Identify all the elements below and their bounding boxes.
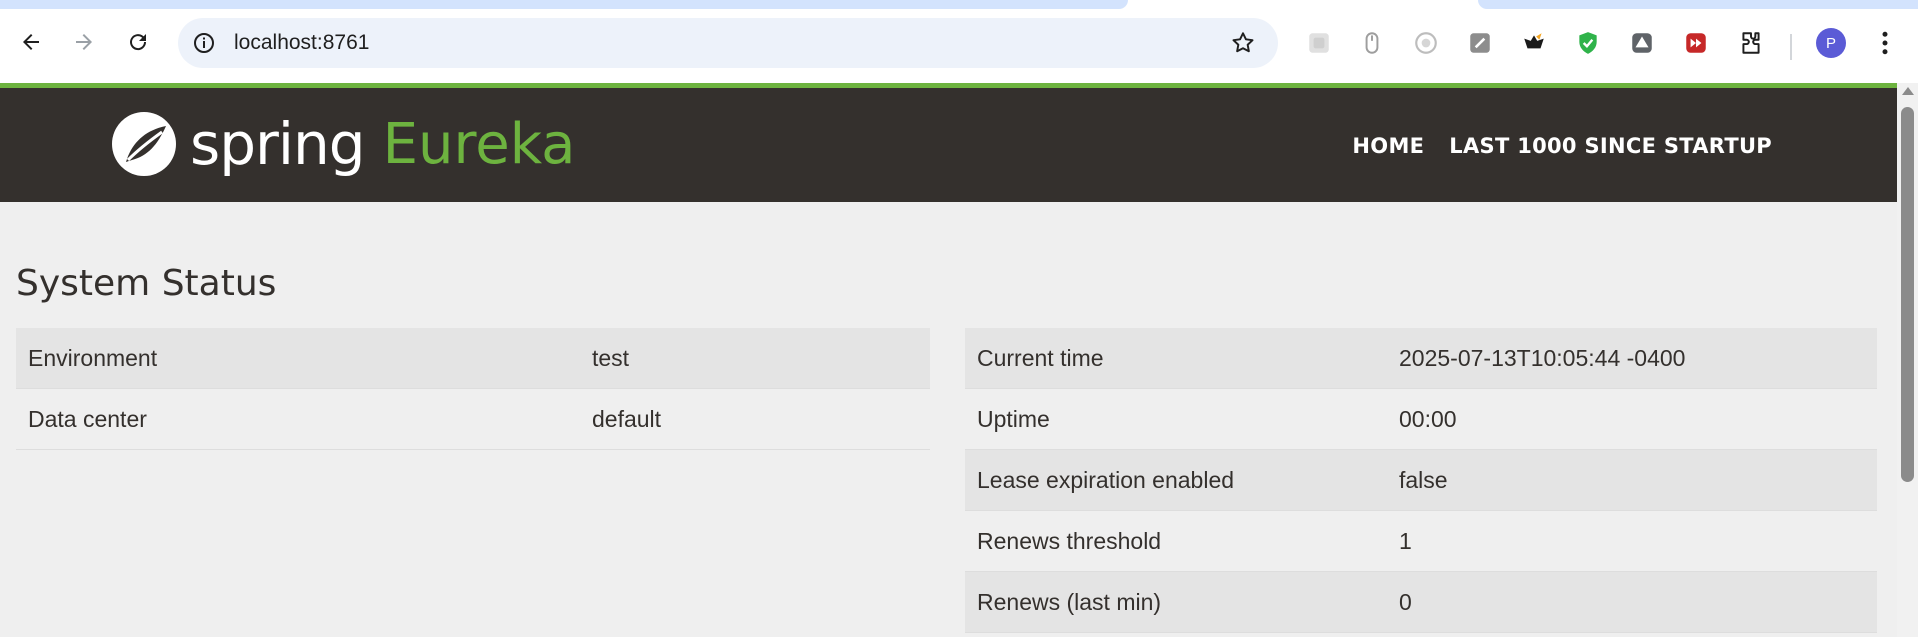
url-text[interactable]: localhost:8761 bbox=[234, 31, 369, 55]
table-row: Lease expiration enabled false bbox=[965, 449, 1877, 511]
row-value: 2025-07-13T10:05:44 -0400 bbox=[1387, 328, 1877, 389]
tab-strip-left[interactable] bbox=[0, 0, 1128, 9]
target-extension-icon[interactable] bbox=[1411, 28, 1441, 58]
media-extension-icon[interactable] bbox=[1681, 28, 1711, 58]
row-key: Environment bbox=[16, 328, 580, 389]
row-value: 00:00 bbox=[1387, 388, 1877, 450]
tab-strip-right[interactable] bbox=[1478, 0, 1918, 9]
tab-strip bbox=[0, 0, 1918, 10]
nav-last-1000-link[interactable]: LAST 1000 SINCE STARTUP bbox=[1449, 134, 1772, 158]
address-bar[interactable]: localhost:8761 bbox=[178, 18, 1278, 68]
row-key: Current time bbox=[965, 328, 1387, 389]
row-key: Data center bbox=[16, 388, 580, 450]
scroll-up-arrow-icon[interactable] bbox=[1902, 87, 1914, 95]
eureka-page: spring Eureka HOME LAST 1000 SINCE START… bbox=[0, 83, 1897, 637]
spring-eureka-logo[interactable]: spring Eureka bbox=[110, 109, 575, 179]
toolbar-separator bbox=[1790, 34, 1792, 60]
row-value: 0 bbox=[1387, 571, 1877, 633]
table-row: Environment test bbox=[16, 328, 930, 389]
header-nav: HOME LAST 1000 SINCE STARTUP bbox=[1352, 134, 1772, 158]
row-key: Lease expiration enabled bbox=[965, 449, 1387, 511]
reload-button[interactable] bbox=[120, 24, 156, 60]
forward-button[interactable] bbox=[66, 24, 102, 60]
nav-home-link[interactable]: HOME bbox=[1352, 134, 1424, 158]
row-value: false bbox=[1387, 449, 1877, 511]
table-row: Renews (last min) 0 bbox=[965, 571, 1877, 633]
row-key: Renews threshold bbox=[965, 510, 1387, 572]
bookmark-star-icon[interactable] bbox=[1230, 30, 1256, 56]
row-key: Uptime bbox=[965, 388, 1387, 450]
vertical-scrollbar[interactable] bbox=[1897, 83, 1918, 637]
mouse-extension-icon[interactable] bbox=[1357, 28, 1387, 58]
site-header: spring Eureka HOME LAST 1000 SINCE START… bbox=[0, 83, 1897, 202]
fox-extension-icon[interactable] bbox=[1519, 28, 1549, 58]
row-value: 1 bbox=[1387, 510, 1877, 572]
table-row: Current time 2025-07-13T10:05:44 -0400 bbox=[965, 328, 1877, 389]
row-value: default bbox=[580, 388, 930, 450]
back-arrow-icon bbox=[23, 34, 39, 50]
extension-1-icon[interactable] bbox=[1304, 28, 1334, 58]
back-button[interactable] bbox=[13, 24, 49, 60]
row-key: Renews (last min) bbox=[965, 571, 1387, 633]
system-status-right-table: Current time 2025-07-13T10:05:44 -0400 U… bbox=[965, 328, 1877, 633]
scrollbar-thumb[interactable] bbox=[1901, 107, 1914, 482]
table-row: Data center default bbox=[16, 388, 930, 450]
row-value: test bbox=[580, 328, 930, 389]
table-row: Uptime 00:00 bbox=[965, 388, 1877, 450]
reload-icon bbox=[130, 34, 147, 51]
system-status-left-table: Environment test Data center default bbox=[16, 328, 930, 450]
section-title: System Status bbox=[16, 263, 277, 304]
browser-toolbar: localhost:8761 P bbox=[0, 10, 1918, 83]
hat-extension-icon[interactable] bbox=[1627, 28, 1657, 58]
kebab-menu-icon[interactable] bbox=[1870, 28, 1900, 58]
table-row: Renews threshold 1 bbox=[965, 510, 1877, 572]
profile-avatar[interactable]: P bbox=[1816, 28, 1846, 58]
forward-arrow-icon bbox=[76, 34, 92, 50]
extensions-puzzle-icon[interactable] bbox=[1736, 28, 1766, 58]
product-text: Eureka bbox=[382, 111, 576, 177]
shield-extension-icon[interactable] bbox=[1573, 28, 1603, 58]
site-info-icon[interactable] bbox=[192, 31, 216, 55]
spring-leaf-icon bbox=[112, 112, 176, 176]
page-viewport: spring Eureka HOME LAST 1000 SINCE START… bbox=[0, 83, 1918, 637]
pen-extension-icon[interactable] bbox=[1465, 28, 1495, 58]
brand-text: spring bbox=[190, 110, 366, 178]
